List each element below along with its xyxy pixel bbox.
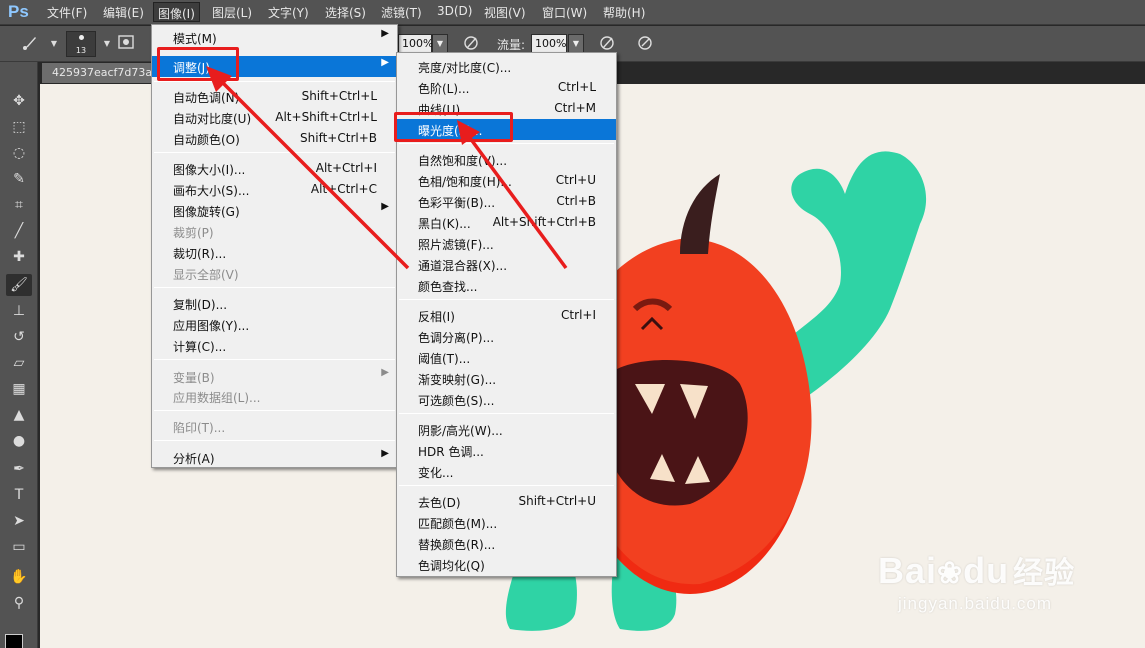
baidu-watermark: Bai❀du 经验 [878, 550, 1076, 591]
photoshop-window: Ps 文件(F) 编辑(E) 图像(I) 图层(L) 文字(Y) 选择(S) 滤… [0, 0, 1145, 648]
annotation-arrow-icon [206, 66, 410, 270]
baidu-watermark-url: jingyan.baidu.com [898, 594, 1053, 613]
paw-icon: ❀ [937, 557, 964, 590]
annotation-arrow-icon [457, 120, 568, 270]
